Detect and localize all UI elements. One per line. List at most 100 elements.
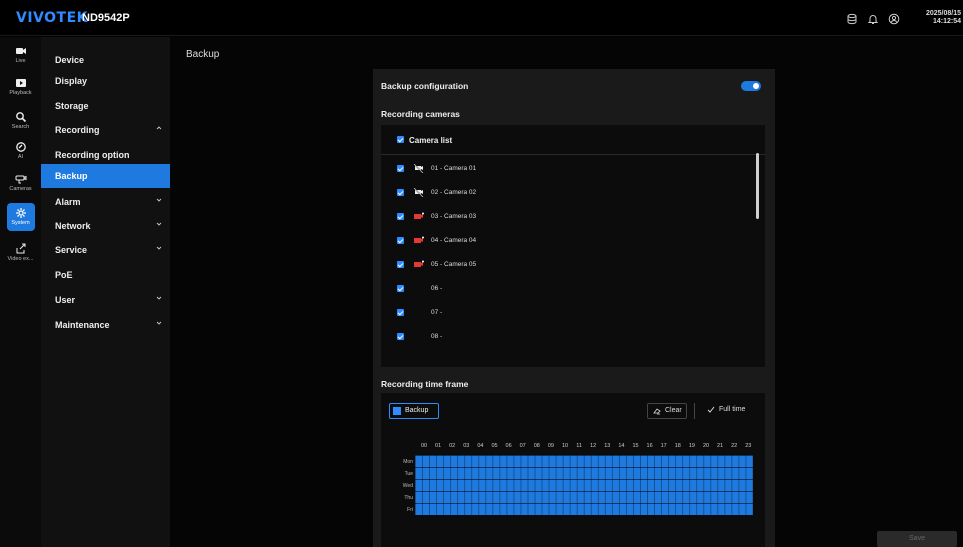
hour-label: 18: [674, 443, 681, 449]
database-icon[interactable]: [846, 13, 858, 25]
recording-time-frame-label: Recording time frame: [381, 379, 469, 389]
backup-panel: Backup configuration Recording cameras C…: [373, 69, 775, 547]
time-text: 14:12:54: [932, 18, 961, 25]
backup-config-toggle[interactable]: [741, 81, 761, 91]
full-time-button[interactable]: Full time: [707, 406, 745, 413]
camera-list-scrollbar[interactable]: [756, 153, 759, 219]
menu-item-maintenance[interactable]: Maintenance: [41, 313, 170, 337]
rail-label: Playback: [9, 90, 32, 96]
hour-label: 06: [505, 443, 512, 449]
menu-item-recording[interactable]: Recording: [41, 118, 170, 142]
rail-item-search[interactable]: Search: [0, 107, 41, 141]
cctv-camera-icon: [15, 175, 26, 184]
video-camera-icon: [15, 48, 26, 54]
rail-item-playback[interactable]: Playback: [0, 73, 41, 107]
play-icon: [15, 79, 26, 87]
hour-label: 17: [660, 443, 667, 449]
menu-label: Service: [55, 245, 88, 255]
rail-item-ai[interactable]: AI: [0, 137, 41, 171]
camera-checkbox[interactable]: [397, 189, 404, 196]
camera-row[interactable]: 02 - Camera 02: [381, 181, 751, 205]
rail-item-live[interactable]: Live: [0, 41, 41, 75]
camera-row[interactable]: 04 - Camera 04: [381, 229, 751, 253]
hour-label: 14: [618, 443, 625, 449]
camera-checkbox[interactable]: [397, 165, 404, 172]
toolbar-divider: [694, 403, 695, 419]
schedule-grid[interactable]: [415, 455, 753, 515]
day-label: Wed: [402, 483, 413, 489]
backup-brush-button[interactable]: Backup: [389, 403, 439, 419]
camera-checkbox[interactable]: [397, 213, 404, 220]
camera-checkbox[interactable]: [397, 333, 404, 340]
camera-row[interactable]: 03 - Camera 03: [381, 205, 751, 229]
camera-label: 05 - Camera 05: [431, 261, 477, 268]
hour-header: 00 01 02 03 04 05 06 07 08 09 10 11 12 1…: [417, 443, 757, 451]
vivotek-logo: VIVOTEK: [16, 10, 88, 26]
hour-label: 10: [561, 443, 569, 449]
menu-item-network[interactable]: Network: [41, 214, 170, 238]
chevron-down-icon: [156, 198, 162, 202]
camera-row[interactable]: 07 -: [381, 301, 751, 325]
camera-checkbox[interactable]: [397, 285, 404, 292]
clear-label: Clear: [665, 407, 682, 414]
hour-label: 12: [590, 443, 597, 449]
camera-row[interactable]: 08 -: [381, 325, 751, 349]
chevron-down-icon: [156, 296, 162, 300]
camera-checkbox[interactable]: [397, 237, 404, 244]
menu-item-alarm[interactable]: Alarm: [41, 190, 170, 214]
camera-row[interactable]: 06 -: [381, 277, 751, 301]
hour-label: 09: [547, 443, 554, 449]
camera-label: 04 - Camera 04: [431, 237, 477, 244]
camera-recording-icon: [414, 236, 424, 243]
clear-button[interactable]: Clear: [647, 403, 687, 419]
menu-label: Maintenance: [55, 320, 110, 330]
chevron-down-icon: [156, 246, 162, 250]
check-icon: [707, 406, 715, 413]
camera-row[interactable]: 05 - Camera 05: [381, 253, 751, 277]
bell-icon[interactable]: [867, 13, 879, 25]
hour-label: 08: [533, 443, 540, 449]
menu-label: Backup: [55, 171, 88, 181]
rail-item-video-export[interactable]: Video ex...: [0, 239, 41, 273]
hour-label: 01: [435, 443, 442, 449]
user-circle-icon[interactable]: [888, 13, 900, 25]
menu-label: Recording: [55, 125, 100, 135]
main-content: Backup Backup configuration Recording ca…: [170, 37, 963, 547]
camera-offline-icon: [413, 164, 424, 173]
menu-item-storage[interactable]: Storage: [41, 94, 170, 118]
hour-label: 11: [576, 443, 582, 449]
top-bar: VIVOTEK ND9542P 2025/08/15 14:12:54: [0, 0, 963, 36]
hour-label: 04: [477, 443, 484, 449]
menu-item-backup[interactable]: Backup: [41, 164, 170, 188]
camera-list-select-all-checkbox[interactable]: [397, 136, 404, 143]
camera-checkbox[interactable]: [397, 309, 404, 316]
rail-label: Live: [15, 58, 26, 64]
hour-label: 16: [646, 443, 653, 449]
time-frame-box: Backup Clear Full time 00 01 02 03 04 05…: [381, 393, 765, 547]
chevron-down-icon: [156, 321, 162, 325]
menu-label: Display: [55, 76, 88, 86]
rail-item-system[interactable]: System: [0, 203, 41, 237]
camera-label: 06 -: [431, 285, 443, 292]
menu-label: PoE: [55, 270, 73, 280]
camera-checkbox[interactable]: [397, 261, 404, 268]
menu-item-service[interactable]: Service: [41, 238, 170, 262]
menu-label: Alarm: [55, 197, 81, 207]
rail-item-cameras[interactable]: Cameras: [0, 169, 41, 203]
main-nav-rail: Live Playback Search AI Cameras System V…: [0, 37, 41, 547]
save-button[interactable]: Save: [877, 531, 957, 547]
recording-cameras-label: Recording cameras: [381, 109, 460, 119]
hour-label: 03: [463, 443, 470, 449]
menu-item-user[interactable]: User: [41, 288, 170, 312]
camera-offline-icon: [413, 188, 424, 197]
device-model: ND9542P: [82, 12, 130, 24]
hour-label: 23: [745, 443, 752, 449]
menu-item-display[interactable]: Display: [41, 69, 170, 93]
menu-item-poe[interactable]: PoE: [41, 263, 170, 287]
backup-config-label: Backup configuration: [381, 81, 469, 91]
day-label: Fri: [407, 507, 413, 513]
chevron-up-icon: [156, 126, 162, 130]
menu-label: User: [55, 295, 76, 305]
camera-row[interactable]: 01 - Camera 01: [381, 157, 751, 181]
search-icon: [15, 112, 26, 123]
